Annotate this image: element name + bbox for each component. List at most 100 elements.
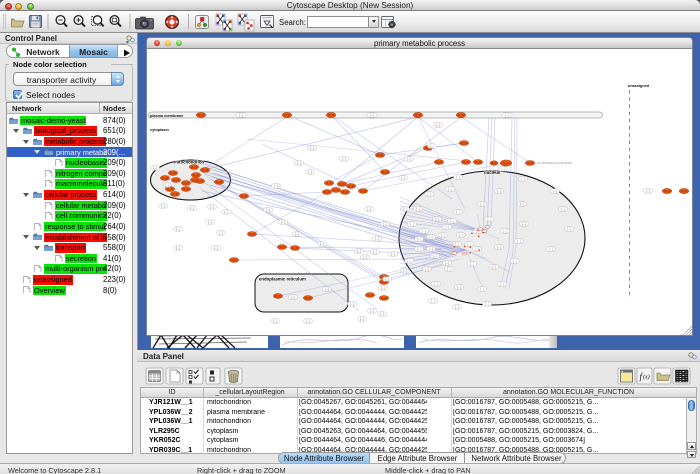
svg-text:[...]: [...] xyxy=(567,227,572,231)
svg-text:[...]: [...] xyxy=(435,217,440,221)
svg-text:[...]: [...] xyxy=(224,210,229,214)
svg-text:[...]: [...] xyxy=(433,254,438,258)
svg-text:[...]: [...] xyxy=(210,205,215,209)
svg-text:[...]: [...] xyxy=(425,267,430,271)
svg-text:[...]: [...] xyxy=(497,245,502,249)
svg-text:[...]: [...] xyxy=(456,175,461,179)
svg-text:[...]: [...] xyxy=(401,176,406,180)
svg-text:[...]: [...] xyxy=(480,202,485,206)
svg-text:[...]: [...] xyxy=(417,237,422,241)
svg-text:[...]: [...] xyxy=(266,208,271,212)
svg-text:[...]: [...] xyxy=(161,204,166,208)
svg-text:unassigned: unassigned xyxy=(628,84,650,88)
svg-text:[...]: [...] xyxy=(357,249,362,253)
svg-text:[...]: [...] xyxy=(360,317,365,321)
svg-text:[...]: [...] xyxy=(445,261,450,265)
svg-text:[...]: [...] xyxy=(153,166,158,170)
svg-text:[...]: [...] xyxy=(295,232,300,236)
svg-text:[...]: [...] xyxy=(436,123,441,127)
svg-text:[...]: [...] xyxy=(521,177,526,181)
svg-text:[...]: [...] xyxy=(239,113,244,117)
svg-text:[...]: [...] xyxy=(561,207,566,211)
svg-text:[...]: [...] xyxy=(407,157,412,161)
svg-text:[...]: [...] xyxy=(176,227,181,231)
svg-text:[...]: [...] xyxy=(457,285,462,289)
svg-text:[...]: [...] xyxy=(176,246,181,250)
svg-text:[...]: [...] xyxy=(441,233,446,237)
svg-text:[...]: [...] xyxy=(403,207,408,211)
svg-text:[...]: [...] xyxy=(373,250,378,254)
svg-text:[...]: [...] xyxy=(342,157,347,161)
svg-text:[...]: [...] xyxy=(363,255,368,259)
svg-text:[...]: [...] xyxy=(459,233,464,237)
svg-text:[...]: [...] xyxy=(470,262,475,266)
svg-text:[...]: [...] xyxy=(520,202,525,206)
svg-text:[...]: [...] xyxy=(500,282,505,286)
svg-text:[...]: [...] xyxy=(417,247,422,251)
svg-text:[...]: [...] xyxy=(391,252,396,256)
svg-text:[...]: [...] xyxy=(445,225,450,229)
svg-text:[...]: [...] xyxy=(381,286,386,290)
svg-text:[...]: [...] xyxy=(434,282,439,286)
svg-text:[...]: [...] xyxy=(370,113,375,117)
svg-text:[...]: [...] xyxy=(281,220,286,224)
svg-text:[...]: [...] xyxy=(165,183,170,187)
svg-text:[...]: [...] xyxy=(485,302,490,306)
svg-text:[...]: [...] xyxy=(456,210,461,214)
svg-text:[...]: [...] xyxy=(380,312,385,316)
svg-text:[...]: [...] xyxy=(273,319,278,323)
svg-text:[...]: [...] xyxy=(455,242,460,246)
svg-text:[...]: [...] xyxy=(505,113,510,117)
svg-text:[...]: [...] xyxy=(522,222,527,226)
svg-text:(x): (x) xyxy=(643,374,650,381)
svg-text:[...]: [...] xyxy=(350,302,355,306)
svg-text:[...]: [...] xyxy=(448,187,453,191)
svg-text:[...]: [...] xyxy=(308,170,313,174)
svg-text:[...]: [...] xyxy=(208,220,213,224)
svg-text:[...]: [...] xyxy=(367,207,372,211)
svg-text:[...]: [...] xyxy=(410,222,415,226)
svg-text:nucleus: nucleus xyxy=(484,170,501,175)
svg-text:plasma membrane: plasma membrane xyxy=(150,114,183,118)
svg-text:endoplasmic reticulum: endoplasmic reticulum xyxy=(259,277,306,282)
svg-text:GO:0044464,GO:0044444: GO:0044464,GO:0044444 xyxy=(537,161,573,165)
svg-text:[...]: [...] xyxy=(646,189,651,193)
svg-text:[...]: [...] xyxy=(517,239,522,243)
svg-text:[...]: [...] xyxy=(320,242,325,246)
svg-text:[...]: [...] xyxy=(503,229,508,233)
svg-text:[...]: [...] xyxy=(497,189,502,193)
svg-text:[...]: [...] xyxy=(513,259,518,263)
svg-text:cytoplasm: cytoplasm xyxy=(150,128,169,132)
svg-text:[...]: [...] xyxy=(492,265,497,269)
svg-text:[...]: [...] xyxy=(416,207,421,211)
svg-text:[...]: [...] xyxy=(501,167,506,171)
svg-text:[...]: [...] xyxy=(214,246,219,250)
svg-text:[...]: [...] xyxy=(403,269,408,273)
svg-text:[...]: [...] xyxy=(553,189,558,193)
svg-text:[...]: [...] xyxy=(375,237,380,241)
svg-text:[...]: [...] xyxy=(447,267,452,271)
svg-text:[...]: [...] xyxy=(429,247,434,251)
svg-text:[...]: [...] xyxy=(549,247,554,251)
svg-text:[...]: [...] xyxy=(383,222,388,226)
svg-text:[...]: [...] xyxy=(487,217,492,221)
svg-text:[...]: [...] xyxy=(274,184,279,188)
svg-text:[...]: [...] xyxy=(455,305,460,309)
svg-text:[...]: [...] xyxy=(480,287,485,291)
svg-text:[...]: [...] xyxy=(370,309,375,313)
svg-text:[...]: [...] xyxy=(385,277,390,281)
svg-text:[...]: [...] xyxy=(407,259,412,263)
svg-text:[...]: [...] xyxy=(430,144,435,148)
svg-text:[...]: [...] xyxy=(427,192,432,196)
svg-text:[...]: [...] xyxy=(450,219,455,223)
svg-text:[...]: [...] xyxy=(310,146,315,150)
svg-text:[...]: [...] xyxy=(467,242,472,246)
svg-text:[...]: [...] xyxy=(297,161,302,165)
svg-text:[...]: [...] xyxy=(306,319,311,323)
svg-text:[...]: [...] xyxy=(429,235,434,239)
svg-text:[...]: [...] xyxy=(190,206,195,210)
svg-text:[...]: [...] xyxy=(325,287,330,291)
svg-text:[...]: [...] xyxy=(219,231,224,235)
svg-text:mitochondrion: mitochondrion xyxy=(174,160,204,165)
svg-text:[...]: [...] xyxy=(431,299,436,303)
